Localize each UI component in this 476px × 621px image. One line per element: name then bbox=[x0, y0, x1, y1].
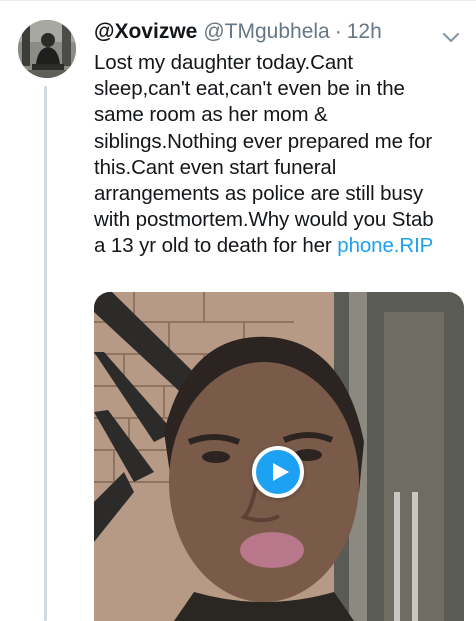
tweet-text-line: arrangements as police are still busy bbox=[94, 182, 424, 206]
display-name[interactable]: @Xovizwe bbox=[94, 20, 197, 44]
thread-line bbox=[44, 86, 47, 621]
tweet-text-line-last: a 13 yr old to death for her phone.RIP bbox=[94, 233, 466, 259]
tweet[interactable]: @Xovizwe @TMgubhela · 12h Lost my daught… bbox=[0, 0, 476, 621]
chevron-down-icon[interactable] bbox=[440, 26, 462, 48]
tweet-text-line: with postmortem.Why would you Stab bbox=[94, 208, 434, 232]
play-button[interactable] bbox=[252, 446, 304, 498]
tweet-text-line: sleep,can't eat,can't even be in the bbox=[94, 77, 405, 101]
tweet-text: Lost my daughter today.Cant sleep,can't … bbox=[94, 50, 466, 260]
play-icon bbox=[273, 463, 289, 481]
tweet-timestamp[interactable]: 12h bbox=[347, 20, 382, 44]
tweet-text-line: Lost my daughter today.Cant bbox=[94, 51, 354, 74]
tweet-text-line: same room as her mom & bbox=[94, 103, 328, 127]
hashtag-link[interactable]: phone.RIP bbox=[337, 234, 433, 257]
user-handle[interactable]: @TMgubhela bbox=[203, 20, 329, 44]
tweet-text-fragment: a 13 yr old to death for her bbox=[94, 234, 338, 258]
user-avatar[interactable] bbox=[18, 20, 76, 78]
separator-dot: · bbox=[334, 20, 342, 43]
avatar-image bbox=[18, 20, 76, 78]
tweet-text-line: siblings.Nothing ever prepared me for bbox=[94, 129, 433, 153]
tweet-header: @Xovizwe @TMgubhela · 12h bbox=[94, 20, 382, 48]
tweet-text-line: this.Cant even start funeral bbox=[94, 155, 337, 179]
